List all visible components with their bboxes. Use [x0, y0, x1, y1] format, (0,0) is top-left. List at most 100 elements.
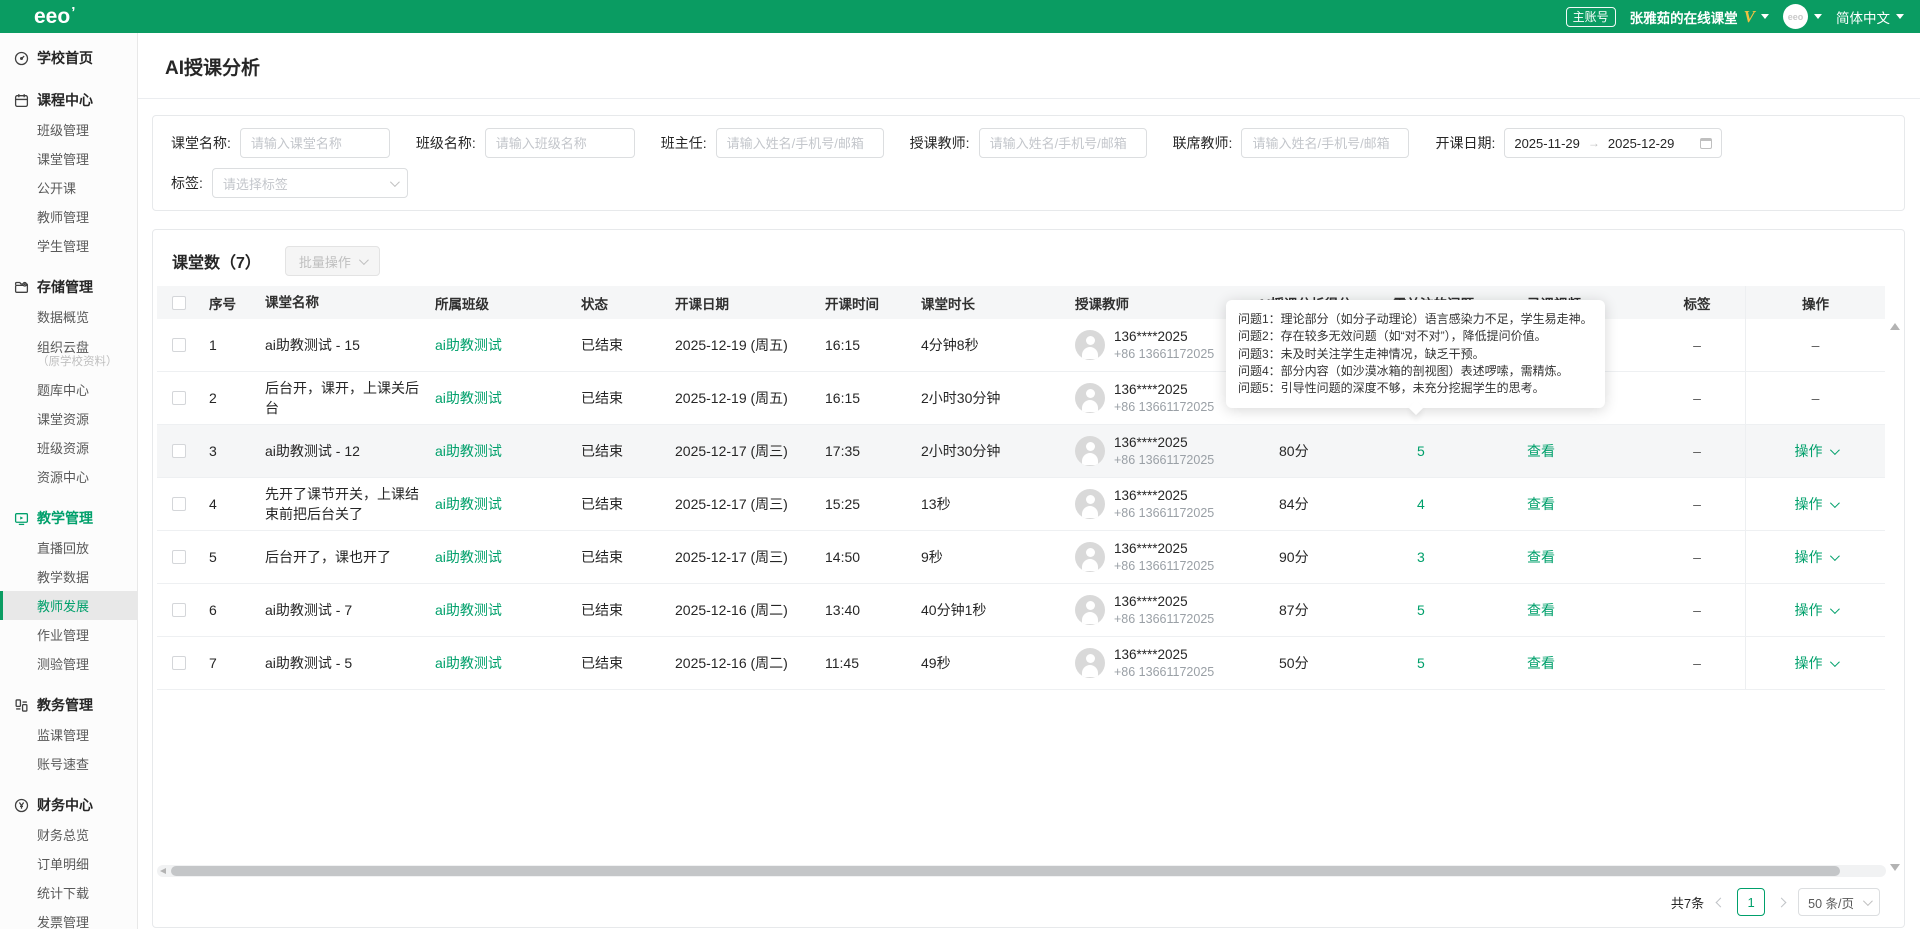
head-teacher-input[interactable]	[715, 128, 884, 158]
sidebar-item-student-management[interactable]: 学生管理	[0, 231, 137, 260]
sidebar-item-data-overview[interactable]: 数据概览	[0, 302, 137, 331]
class-name-input[interactable]	[239, 128, 390, 158]
row-checkbox[interactable]	[172, 550, 186, 564]
sidebar-section-finance-center[interactable]: 财务中心	[0, 790, 137, 820]
cell-video-link[interactable]: 查看	[1519, 441, 1649, 461]
sidebar-item-statistics-download[interactable]: 统计下载	[0, 878, 137, 907]
sidebar-item-class-supervision[interactable]: 监课管理	[0, 720, 137, 749]
filter-label: 标签:	[171, 175, 203, 191]
filter-class-name: 课堂名称:	[171, 128, 390, 158]
tag-select[interactable]: 请选择标签	[211, 168, 408, 198]
chevron-down-icon	[1829, 444, 1840, 455]
cell-group-link[interactable]: ai助教测试	[427, 441, 573, 461]
sidebar-item-class-resources[interactable]: 班级资源	[0, 433, 137, 462]
row-checkbox[interactable]	[172, 391, 186, 405]
cell-action-empty: –	[1811, 390, 1820, 406]
horizontal-scrollbar-thumb[interactable]	[171, 866, 1840, 876]
sidebar-item-finance-overview[interactable]: 财务总览	[0, 820, 137, 849]
cell-group-link[interactable]: ai助教测试	[427, 494, 573, 514]
scroll-down-icon[interactable]	[1890, 864, 1900, 871]
filter-label: 课堂名称:	[171, 135, 231, 151]
sidebar-item-order-details[interactable]: 订单明细	[0, 849, 137, 878]
row-action-button[interactable]: 操作	[1795, 653, 1823, 673]
scroll-left-icon[interactable]	[160, 867, 166, 874]
cell-video-link[interactable]: 查看	[1519, 547, 1649, 567]
cell-teacher: 136****2025 +86 13661172025	[1063, 488, 1249, 520]
cell-duration: 2小时30分钟	[921, 390, 1001, 406]
row-action-button[interactable]: 操作	[1795, 547, 1823, 567]
prev-page-button[interactable]	[1715, 897, 1726, 907]
sidebar-item-homework-management[interactable]: 作业管理	[0, 620, 137, 649]
cell-problems-link[interactable]: 4	[1385, 496, 1519, 512]
scroll-up-icon[interactable]	[1890, 323, 1900, 330]
date-range-picker[interactable]: 2025-11-29 → 2025-12-29	[1504, 128, 1723, 158]
sidebar-item-account-lookup[interactable]: 账号速查	[0, 749, 137, 778]
cell-group-link[interactable]: ai助教测试	[427, 653, 573, 673]
sidebar-section-storage[interactable]: 存储管理	[0, 272, 137, 302]
row-action-button[interactable]: 操作	[1795, 600, 1823, 620]
language-selector[interactable]: 简体中文	[1836, 7, 1904, 27]
sidebar-item-invoice-management[interactable]: 发票管理	[0, 907, 137, 929]
sidebar-section-academic-affairs[interactable]: 教务管理	[0, 690, 137, 720]
chevron-down-icon	[1896, 14, 1904, 19]
filter-teacher: 授课教师:	[910, 128, 1147, 158]
sidebar-item-org-cloud-disk[interactable]: 组织云盘 （原学校资料）	[0, 331, 137, 375]
sidebar-item-teacher-development[interactable]: 教师发展	[0, 591, 137, 620]
row-checkbox[interactable]	[172, 444, 186, 458]
cell-video-link[interactable]: 查看	[1519, 494, 1649, 514]
cell-problems-link[interactable]: 5	[1385, 443, 1519, 459]
cell-date: 2025-12-17 (周三)	[675, 443, 788, 459]
sidebar-item-lesson-resources[interactable]: 课堂资源	[0, 404, 137, 433]
horizontal-scrollbar[interactable]	[157, 865, 1886, 877]
teaching-management-icon	[14, 511, 29, 526]
cell-status: 已结束	[581, 337, 623, 353]
sidebar-section-teaching-management[interactable]: 教学管理	[0, 503, 137, 533]
page-size-select[interactable]: 50 条/页	[1798, 888, 1880, 916]
row-checkbox[interactable]	[172, 656, 186, 670]
select-all-checkbox[interactable]	[172, 295, 186, 310]
sidebar-item-teaching-data[interactable]: 教学数据	[0, 562, 137, 591]
teacher-input[interactable]	[978, 128, 1147, 158]
cell-problems-link[interactable]: 5	[1385, 602, 1519, 618]
cell-group-link[interactable]: ai助教测试	[427, 388, 573, 408]
row-checkbox[interactable]	[172, 338, 186, 352]
sidebar-section-course-center[interactable]: 课程中心	[0, 85, 137, 115]
cell-tag: –	[1693, 496, 1701, 512]
sidebar-item-question-bank[interactable]: 题库中心	[0, 375, 137, 404]
cell-ai-score: 90分	[1279, 549, 1309, 565]
row-action-button[interactable]: 操作	[1795, 441, 1823, 461]
row-checkbox[interactable]	[172, 497, 186, 511]
cell-problems-link[interactable]: 3	[1385, 549, 1519, 565]
tooltip-line: 问题5：引导性问题的深度不够，未充分挖掘学生的思考。	[1238, 381, 1545, 396]
sidebar-item-teacher-management[interactable]: 教师管理	[0, 202, 137, 231]
sidebar-item-live-playback[interactable]: 直播回放	[0, 533, 137, 562]
classes-table: 序号 课堂名称 所属班级 状态 开课日期 开课时间 课堂时长 授课教师 AI授课…	[157, 286, 1885, 690]
cell-problems-link[interactable]: 5	[1385, 655, 1519, 671]
sidebar-item-school-home[interactable]: 学校首页	[0, 43, 137, 73]
main-content: AI授课分析 课堂名称: 班级名称: 班主任: 授课教师:	[138, 33, 1920, 929]
sidebar-item-resource-center[interactable]: 资源中心	[0, 462, 137, 491]
cell-group-link[interactable]: ai助教测试	[427, 600, 573, 620]
sidebar-item-class-management[interactable]: 班级管理	[0, 115, 137, 144]
vertical-scrollbar[interactable]	[1889, 321, 1901, 873]
sidebar-item-quiz-management[interactable]: 测验管理	[0, 649, 137, 678]
co-teacher-input[interactable]	[1241, 128, 1410, 158]
current-page[interactable]: 1	[1737, 888, 1766, 916]
cell-group-link[interactable]: ai助教测试	[427, 335, 573, 355]
cell-video-link[interactable]: 查看	[1519, 653, 1649, 673]
row-action-button[interactable]: 操作	[1795, 494, 1823, 514]
user-menu[interactable]: eeo	[1783, 4, 1822, 29]
next-page-button[interactable]	[1776, 897, 1787, 907]
sidebar-item-open-class[interactable]: 公开课	[0, 173, 137, 202]
sidebar-item-lesson-management[interactable]: 课堂管理	[0, 144, 137, 173]
cell-tag: –	[1693, 655, 1701, 671]
vip-icon: V	[1743, 6, 1755, 26]
cell-video-link[interactable]: 查看	[1519, 600, 1649, 620]
school-switcher[interactable]: 张雅茹的在线课堂 V	[1630, 7, 1769, 27]
teacher-avatar	[1075, 382, 1105, 413]
cell-group-link[interactable]: ai助教测试	[427, 547, 573, 567]
row-checkbox[interactable]	[172, 603, 186, 617]
col-tag: 标签	[1683, 296, 1711, 312]
group-name-input[interactable]	[484, 128, 635, 158]
batch-actions-button[interactable]: 批量操作	[284, 246, 380, 276]
